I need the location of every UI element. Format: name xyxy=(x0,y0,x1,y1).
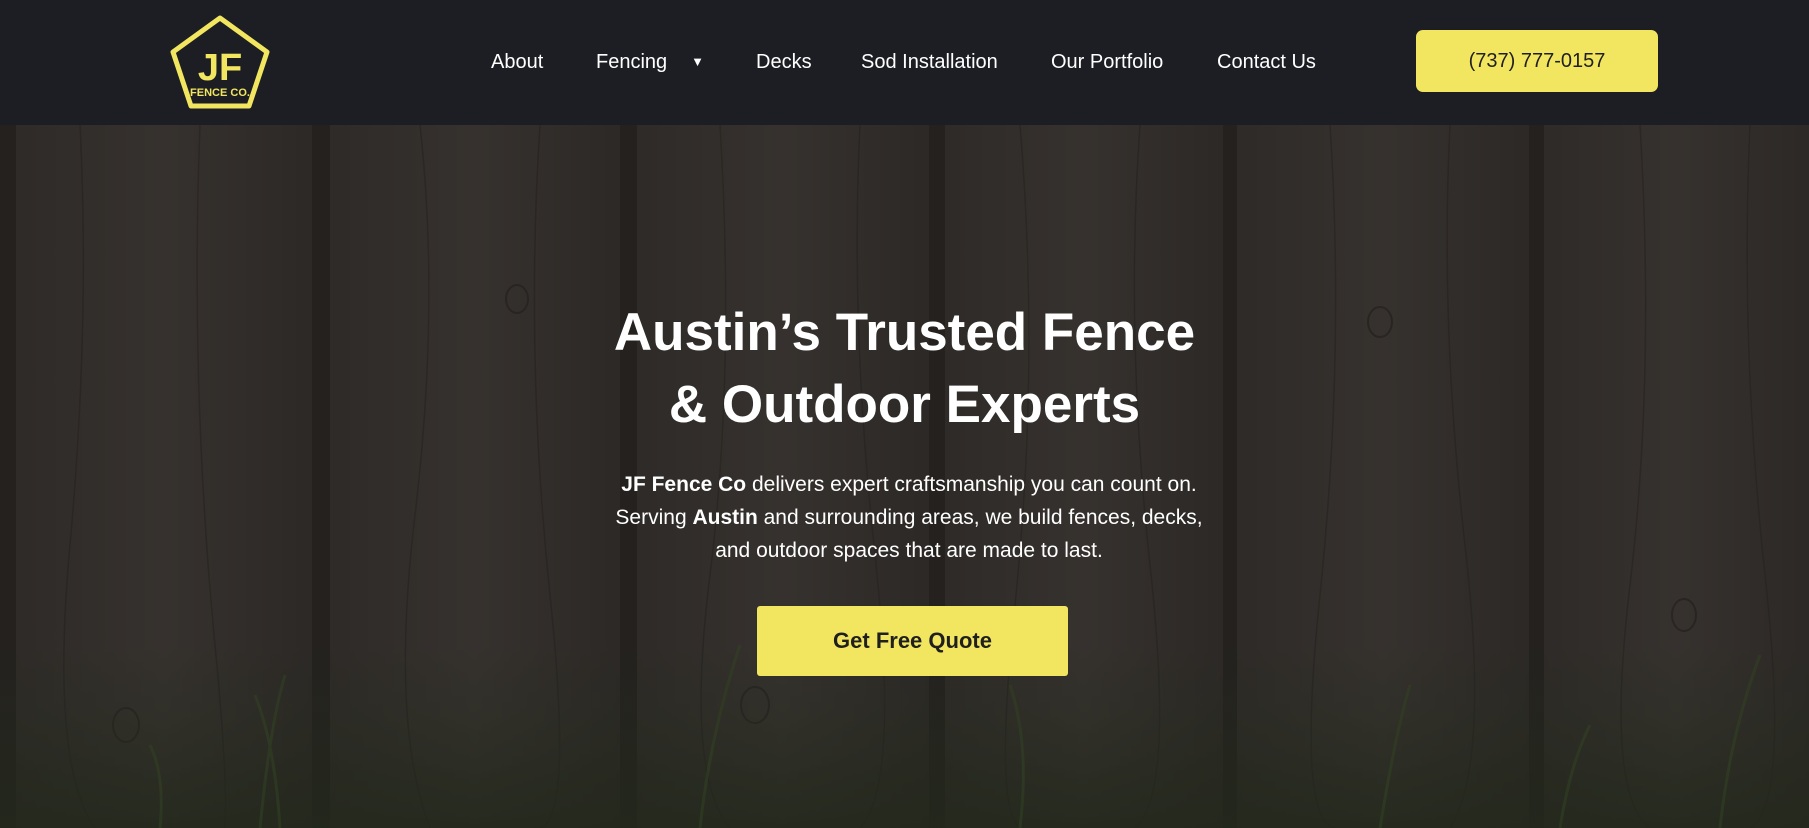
nav-our-portfolio[interactable]: Our Portfolio xyxy=(1051,47,1163,77)
nav-about[interactable]: About xyxy=(491,47,543,77)
phone-call-button[interactable]: (737) 777-0157 xyxy=(1416,30,1658,92)
nav-sod-installation[interactable]: Sod Installation xyxy=(861,47,998,77)
hero-desc-line-1-text: delivers expert craftsmanship you can co… xyxy=(746,473,1197,496)
hero-desc-line-2: Serving Austin and surrounding areas, we… xyxy=(554,501,1264,534)
nav-fencing[interactable]: Fencing ▼ xyxy=(596,47,704,77)
get-free-quote-button[interactable]: Get Free Quote xyxy=(757,606,1068,676)
city-name-bold: Austin xyxy=(692,506,758,529)
nav-contact-us[interactable]: Contact Us xyxy=(1217,47,1316,77)
nav-fencing-label: Fencing xyxy=(596,51,668,73)
hero-desc-line-3: and outdoor spaces that are made to last… xyxy=(715,539,1103,562)
hero-title-line-2: & Outdoor Experts xyxy=(668,375,1141,434)
hero-section: Austin’s Trusted Fence & Outdoor Experts… xyxy=(0,125,1809,828)
hero-description: JF Fence Co delivers expert craftsmanshi… xyxy=(554,468,1264,567)
hero-desc-line-2-prefix: Serving xyxy=(615,506,693,529)
hero-desc-line-2-text: and surrounding areas, we build fences, … xyxy=(757,506,1203,529)
company-name-bold: JF Fence Co xyxy=(621,473,747,496)
chevron-down-icon[interactable]: ▼ xyxy=(691,47,704,77)
hero-title: Austin’s Trusted Fence & Outdoor Experts xyxy=(0,297,1809,441)
site-header: JF FENCE CO. About Fencing ▼ Decks Sod In… xyxy=(0,0,1809,125)
hero-desc-line-1: JF Fence Co delivers expert craftsmanshi… xyxy=(554,468,1264,501)
hero-title-line-1: Austin’s Trusted Fence xyxy=(613,303,1196,362)
nav-decks[interactable]: Decks xyxy=(756,47,812,77)
